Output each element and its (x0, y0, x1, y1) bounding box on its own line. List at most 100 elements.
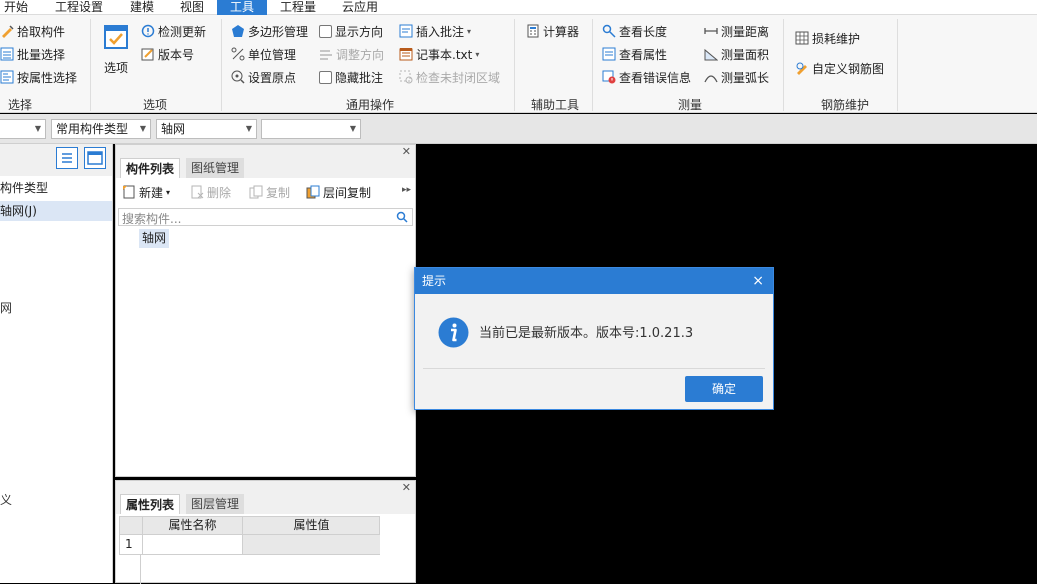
calculator-button[interactable]: 计算器 (526, 22, 579, 40)
check-unclosed-label: 检查未封闭区域 (416, 70, 501, 85)
list-view-button[interactable] (56, 147, 78, 169)
group-divider (897, 19, 898, 111)
view-attribute-button[interactable]: 查看属性 (602, 45, 667, 63)
adjust-direction-button[interactable]: 调整方向 (319, 45, 384, 63)
tab-component-list[interactable]: 构件列表 (120, 158, 181, 178)
ribbon: 拾取构件 批量选择 按属性选择 选择 选项 检测更新 版本号 选项 多边形管理 … (0, 15, 1037, 113)
column-header-name: 属性名称 (142, 517, 242, 534)
hide-annotation-checkbox[interactable]: 隐藏批注 (319, 68, 383, 86)
close-icon[interactable]: ✕ (402, 481, 411, 494)
component-item-axis[interactable]: 轴网 (139, 229, 170, 248)
notepad-button[interactable]: 记事本.txt ▾ (399, 45, 479, 63)
measure-arc-label: 测量弧长 (721, 70, 770, 85)
list-icon (62, 153, 72, 163)
dropdown-arrow-icon: ▼ (34, 124, 41, 133)
polygon-manage-button[interactable]: 多边形管理 (231, 22, 308, 40)
close-icon[interactable]: × (752, 268, 764, 294)
tree-item-fragment[interactable]: 网 (0, 299, 12, 316)
ok-button[interactable]: 确定 (685, 376, 763, 402)
set-origin-button[interactable]: 设置原点 (231, 68, 296, 86)
tab-drawing-manage[interactable]: 图纸管理 (186, 158, 245, 178)
menu-quantity[interactable]: 工程量 (280, 0, 316, 15)
menu-project-settings[interactable]: 工程设置 (55, 0, 103, 15)
polygon-manage-label: 多边形管理 (248, 24, 309, 39)
row-index: 1 (125, 537, 133, 551)
measure-arc-button[interactable]: 测量弧长 (704, 68, 769, 86)
dialog-title: 提示 (415, 268, 773, 294)
show-direction-checkbox[interactable]: 显示方向 (319, 22, 383, 40)
measure-area-button[interactable]: 测量面积 (704, 45, 769, 63)
batch-select-button[interactable]: 批量选择 (0, 45, 65, 63)
error-info-icon (602, 70, 616, 84)
tab-property-list[interactable]: 属性列表 (120, 494, 181, 514)
tab-layer-manage[interactable]: 图层管理 (186, 494, 245, 514)
floor-combo[interactable]: ▼ (0, 119, 46, 139)
divider (140, 555, 141, 584)
insert-annotation-button[interactable]: 插入批注 ▾ (399, 22, 471, 40)
search-input[interactable]: 搜索构件... (118, 208, 413, 226)
floor-copy-label: 层间复制 (323, 185, 372, 200)
component-combo[interactable]: ▼ (261, 119, 361, 139)
notepad-label: 记事本.txt (416, 47, 473, 62)
property-value-cell[interactable] (242, 535, 380, 554)
floor-copy-button[interactable]: 层间复制 (306, 183, 371, 201)
options-icon (104, 25, 128, 49)
copy-icon (249, 185, 263, 199)
table-row[interactable]: 1 (119, 535, 380, 555)
property-name-cell[interactable] (142, 535, 242, 554)
navigation-panel: 构件类型 轴网(J) 网 义 (0, 144, 113, 583)
menu-bar: 开始 工程设置 建模 视图 工具 工程量 云应用 (0, 0, 1037, 15)
menu-modeling[interactable]: 建模 (130, 0, 154, 15)
select-by-attribute-button[interactable]: 按属性选择 (0, 68, 77, 86)
tree-item-fragment[interactable]: 义 (0, 491, 12, 508)
tree-item-component-type[interactable]: 构件类型 (0, 179, 48, 196)
aux-group-label: 辅助工具 (530, 98, 579, 112)
view-error-button[interactable]: 查看错误信息 (602, 68, 691, 86)
measure-distance-button[interactable]: 测量距离 (704, 22, 769, 40)
dropdown-arrow-icon: ▼ (349, 124, 356, 133)
unit-manage-button[interactable]: 单位管理 (231, 45, 296, 63)
new-label: 新建 (139, 185, 164, 200)
menu-start[interactable]: 开始 (4, 0, 28, 15)
polygon-icon (232, 25, 244, 37)
close-icon[interactable]: ✕ (402, 145, 411, 158)
version-icon (141, 48, 154, 61)
grid-icon (795, 31, 809, 45)
menu-cloud[interactable]: 云应用 (342, 0, 378, 15)
notepad-icon (399, 48, 413, 61)
custom-rebar-button[interactable]: 自定义钢筋图 (795, 59, 884, 77)
measure-area-label: 测量面积 (721, 47, 770, 62)
batch-select-icon (0, 47, 14, 61)
insert-annotation-label: 插入批注 (416, 24, 465, 39)
group-divider (783, 19, 784, 111)
check-update-button[interactable]: 检测更新 (141, 22, 206, 40)
select-by-attribute-label: 按属性选择 (17, 70, 78, 85)
tree-item-axis[interactable]: 轴网(J) (0, 201, 112, 221)
new-icon (123, 185, 135, 199)
delete-button[interactable]: 删除 (190, 183, 231, 201)
menu-view[interactable]: 视图 (180, 0, 204, 15)
menu-tools[interactable]: 工具 (217, 0, 267, 15)
version-button[interactable]: 版本号 (141, 45, 194, 63)
options-big-button[interactable]: 选项 (101, 24, 131, 84)
select-group-label: 选择 (7, 98, 32, 112)
calculator-icon (527, 24, 539, 38)
check-update-label: 检测更新 (158, 24, 207, 39)
copy-button[interactable]: 复制 (249, 183, 290, 201)
search-icon[interactable] (396, 211, 408, 223)
dropdown-arrow-icon: ▼ (139, 124, 146, 133)
loss-maintenance-button[interactable]: 损耗维护 (795, 29, 860, 47)
check-unclosed-button[interactable]: 检查未封闭区域 (399, 68, 500, 86)
show-direction-label: 显示方向 (335, 24, 384, 39)
tree-view-button[interactable] (84, 147, 106, 169)
pick-component-button[interactable]: 拾取构件 (0, 22, 65, 40)
axis-combo[interactable]: 轴网 ▼ (156, 119, 257, 139)
view-length-button[interactable]: 查看长度 (602, 22, 667, 40)
more-icon[interactable]: ▸▸ (402, 185, 411, 195)
custom-rebar-label: 自定义钢筋图 (812, 61, 885, 76)
set-origin-label: 设置原点 (248, 70, 297, 85)
component-type-combo[interactable]: 常用构件类型 ▼ (51, 119, 151, 139)
new-button[interactable]: 新建 ▾ (122, 183, 170, 201)
dropdown-arrow-icon: ▼ (245, 124, 252, 133)
dialog-message: 当前已是最新版本。版本号:1.0.21.3 (479, 326, 694, 341)
